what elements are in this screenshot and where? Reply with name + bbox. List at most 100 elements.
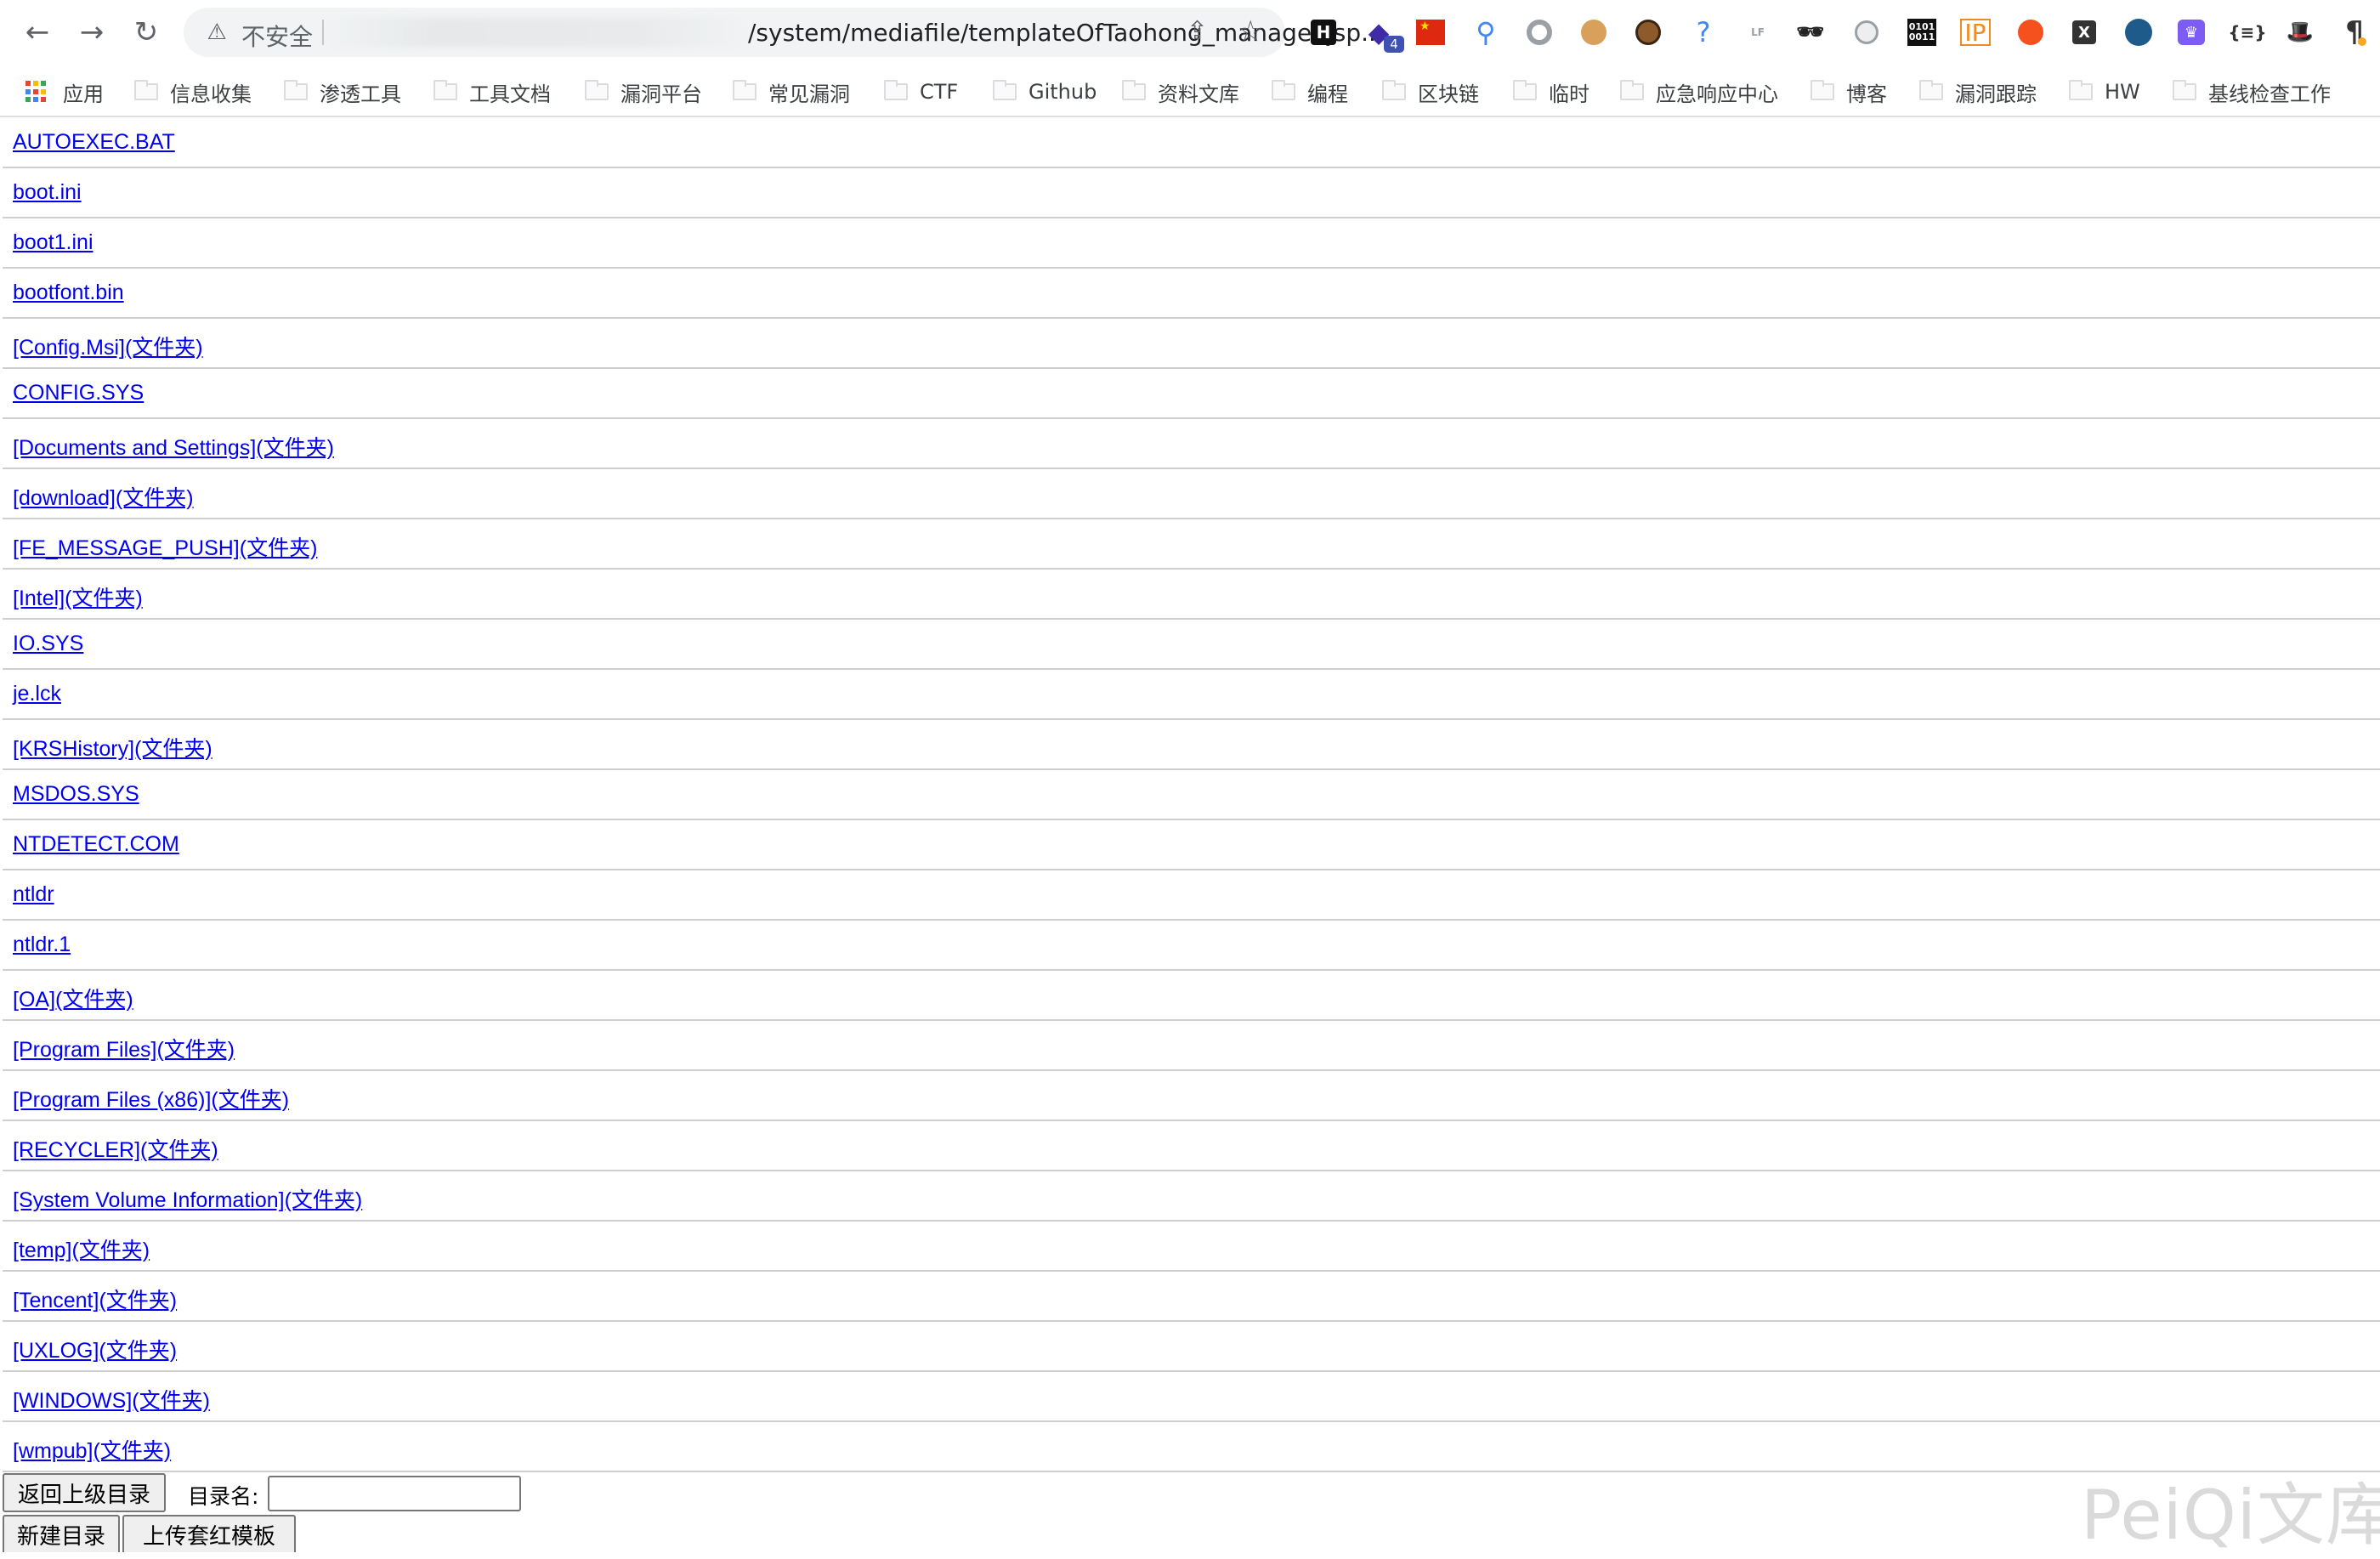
- file-link[interactable]: bootfont.bin: [13, 281, 124, 305]
- bookmark-folder[interactable]: 基线检查工作: [2173, 66, 2331, 117]
- pilcrow-ext-icon[interactable]: ¶: [2338, 15, 2372, 49]
- blue-ext-icon[interactable]: [2125, 19, 2152, 46]
- question-ext-icon[interactable]: ?: [1686, 15, 1720, 49]
- bookmark-folder[interactable]: 临时: [1513, 66, 1590, 117]
- h-ext-icon[interactable]: H: [1311, 20, 1336, 45]
- bookmark-folder[interactable]: 渗透工具: [284, 66, 401, 117]
- bookmark-folder[interactable]: HW: [2069, 66, 2140, 117]
- file-link[interactable]: IO.SYS: [13, 632, 83, 656]
- china-flag-ext-icon[interactable]: ★: [1416, 20, 1445, 45]
- redacted-host: [328, 18, 745, 47]
- folder-link[interactable]: [UXLOG](文件夹): [13, 1334, 177, 1364]
- address-bar[interactable]: ⚠ 不安全 /system/mediafile/templateOfTaohon…: [184, 8, 1384, 57]
- file-row: [Documents and Settings](文件夹): [3, 419, 2380, 469]
- map-pin-ext-icon[interactable]: ⚲: [1469, 15, 1503, 49]
- file-row: [RECYCLER](文件夹): [3, 1121, 2380, 1171]
- braces-ext-icon[interactable]: {≡}: [2228, 15, 2266, 49]
- parent-directory-button[interactable]: 返回上级目录: [3, 1473, 166, 1512]
- folder-link[interactable]: [download](文件夹): [13, 481, 194, 512]
- folder-link[interactable]: [RECYCLER](文件夹): [13, 1133, 218, 1164]
- file-link[interactable]: boot.ini: [13, 180, 82, 205]
- upload-template-button[interactable]: 上传套红模板: [122, 1515, 296, 1552]
- arrow-left-icon: ←: [25, 15, 50, 49]
- forward-button[interactable]: →: [73, 15, 110, 49]
- bookmark-folder[interactable]: 编程: [1272, 66, 1348, 117]
- file-row: [Intel](文件夹): [3, 570, 2380, 620]
- folder-link[interactable]: [temp](文件夹): [13, 1233, 150, 1264]
- folder-link[interactable]: [Program Files (x86)](文件夹): [13, 1083, 289, 1114]
- back-button[interactable]: ←: [19, 15, 56, 49]
- lf-ext-icon[interactable]: LF: [1741, 15, 1775, 49]
- cookie-dark-ext-icon[interactable]: [1635, 20, 1661, 45]
- folder-link[interactable]: [Documents and Settings](文件夹): [13, 431, 334, 462]
- folder-link[interactable]: [KRSHistory](文件夹): [13, 732, 212, 762]
- x-ext-icon[interactable]: X: [2072, 20, 2096, 44]
- file-row: [FE_MESSAGE_PUSH](文件夹): [3, 519, 2380, 570]
- bookmark-folder[interactable]: 漏洞跟踪: [1919, 66, 2037, 117]
- file-row: [Tencent](文件夹): [3, 1272, 2380, 1322]
- globe-ext-icon[interactable]: [1855, 20, 1878, 44]
- bookmark-folder[interactable]: 信息收集: [134, 66, 252, 117]
- bookmark-folder[interactable]: 漏洞平台: [585, 66, 702, 117]
- file-row: ntldr.1: [3, 921, 2380, 971]
- binary-ext-icon[interactable]: 0101 0011: [1907, 19, 1936, 46]
- url-text[interactable]: /system/mediafile/templateOfTaohong_mana…: [748, 19, 1384, 47]
- orange-ext-icon[interactable]: [2018, 20, 2043, 45]
- star-icon[interactable]: ☆: [1238, 14, 1263, 48]
- file-row: MSDOS.SYS: [3, 770, 2380, 820]
- cookie-ext-icon[interactable]: [1581, 20, 1606, 45]
- folder-icon: [2173, 80, 2196, 100]
- bookmark-folder[interactable]: Github: [993, 66, 1096, 117]
- bookmark-apps[interactable]: 应用: [26, 66, 104, 117]
- directory-form: 返回上级目录 目录名:: [3, 1473, 1703, 1512]
- bookmark-label: Github: [1028, 80, 1097, 104]
- folder-link[interactable]: [System Volume Information](文件夹): [13, 1183, 362, 1214]
- bookmark-label: 信息收集: [170, 82, 252, 106]
- folder-link[interactable]: [FE_MESSAGE_PUSH](文件夹): [13, 531, 317, 562]
- file-row: [System Volume Information](文件夹): [3, 1171, 2380, 1222]
- hat-ext-icon[interactable]: 🎩: [2283, 15, 2317, 49]
- apps-grid-icon: [26, 81, 48, 103]
- bookmark-folder[interactable]: 区块链: [1382, 66, 1479, 117]
- folder-link[interactable]: [Intel](文件夹): [13, 581, 143, 612]
- mask-ext-icon[interactable]: 🕶: [1794, 15, 1828, 49]
- folder-link[interactable]: [Program Files](文件夹): [13, 1033, 235, 1063]
- file-row: bootfont.bin: [3, 269, 2380, 319]
- arrow-right-icon: →: [79, 15, 105, 49]
- bookmark-folder[interactable]: 博客: [1810, 66, 1887, 117]
- bookmark-folder[interactable]: 资料文库: [1122, 66, 1239, 117]
- extension-status-dot: [2358, 37, 2366, 46]
- file-link[interactable]: CONFIG.SYS: [13, 381, 144, 405]
- bookmark-folder[interactable]: 常见漏洞: [733, 66, 850, 117]
- bookmark-folder[interactable]: 工具文档: [434, 66, 551, 117]
- folder-icon: [733, 80, 756, 100]
- file-link[interactable]: MSDOS.SYS: [13, 782, 139, 807]
- share-icon[interactable]: ⇪: [1187, 16, 1208, 46]
- folder-link[interactable]: [Tencent](文件夹): [13, 1284, 177, 1314]
- file-link[interactable]: ntldr: [13, 882, 54, 907]
- folder-icon: [993, 80, 1017, 100]
- new-directory-button[interactable]: 新建目录: [3, 1515, 120, 1552]
- file-link[interactable]: je.lck: [13, 682, 61, 706]
- security-status-label[interactable]: 不安全: [241, 19, 313, 53]
- reload-button[interactable]: ↻: [128, 15, 165, 49]
- file-link[interactable]: boot1.ini: [13, 230, 94, 255]
- file-row: CONFIG.SYS: [3, 369, 2380, 419]
- folder-link[interactable]: [OA](文件夹): [13, 983, 133, 1013]
- folder-icon: [1513, 80, 1537, 100]
- bookmark-folder[interactable]: CTF: [884, 66, 958, 117]
- file-link[interactable]: ntldr.1: [13, 933, 71, 957]
- gray-circle-ext-icon[interactable]: [1527, 20, 1552, 45]
- folder-link[interactable]: [WINDOWS](文件夹): [13, 1384, 210, 1414]
- file-row: [temp](文件夹): [3, 1222, 2380, 1272]
- file-link[interactable]: NTDETECT.COM: [13, 832, 179, 857]
- folder-link[interactable]: [wmpub](文件夹): [13, 1434, 171, 1465]
- bookmark-folder[interactable]: 应急响应中心: [1620, 66, 1778, 117]
- folder-icon: [1620, 80, 1644, 100]
- bookmark-label: CTF: [920, 80, 959, 104]
- ip-ext-icon[interactable]: IP: [1960, 19, 1991, 47]
- file-link[interactable]: AUTOEXEC.BAT: [13, 130, 175, 155]
- crown-ext-icon[interactable]: ♛: [2178, 20, 2205, 45]
- folder-link[interactable]: [Config.Msi](文件夹): [13, 331, 203, 361]
- dir-name-input[interactable]: [268, 1476, 521, 1511]
